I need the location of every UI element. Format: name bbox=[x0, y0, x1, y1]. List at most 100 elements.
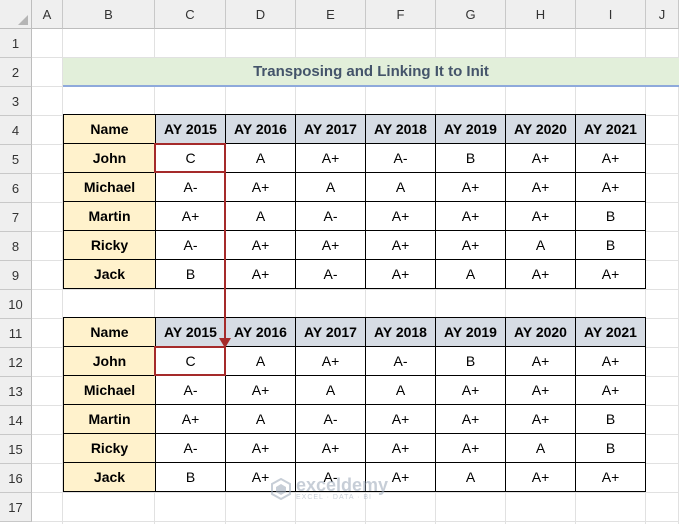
column-header[interactable]: B bbox=[63, 0, 155, 29]
grade-cell[interactable]: A+ bbox=[435, 172, 506, 202]
grade-cell[interactable]: A+ bbox=[575, 172, 646, 202]
year-header-cell[interactable]: AY 2019 bbox=[435, 114, 506, 144]
grade-cell[interactable]: B bbox=[155, 462, 226, 492]
grade-cell[interactable]: A- bbox=[365, 346, 436, 376]
column-header[interactable]: A bbox=[32, 0, 63, 29]
student-name-cell[interactable]: Ricky bbox=[63, 230, 156, 260]
grade-cell[interactable]: B bbox=[575, 433, 646, 463]
row-header[interactable]: 14 bbox=[0, 406, 32, 435]
grade-cell[interactable]: A+ bbox=[505, 375, 576, 405]
student-name-cell[interactable]: Michael bbox=[63, 375, 156, 405]
grade-cell[interactable]: A- bbox=[155, 172, 226, 202]
row-header[interactable]: 1 bbox=[0, 29, 32, 58]
grade-cell[interactable]: A+ bbox=[435, 433, 506, 463]
column-header[interactable]: I bbox=[576, 0, 646, 29]
grade-cell[interactable]: A+ bbox=[435, 375, 506, 405]
grade-cell[interactable]: A+ bbox=[435, 404, 506, 434]
grade-cell[interactable]: A+ bbox=[225, 433, 296, 463]
grade-cell[interactable]: A- bbox=[365, 143, 436, 173]
grade-cell[interactable]: A bbox=[435, 259, 506, 289]
column-header[interactable]: J bbox=[646, 0, 679, 29]
grade-cell[interactable]: A+ bbox=[365, 259, 436, 289]
row-header[interactable]: 16 bbox=[0, 464, 32, 493]
year-header-cell[interactable]: AY 2021 bbox=[575, 317, 646, 347]
year-header-cell[interactable]: AY 2015 bbox=[155, 114, 226, 144]
row-header[interactable]: 15 bbox=[0, 435, 32, 464]
grade-cell[interactable]: A+ bbox=[505, 143, 576, 173]
grade-cell[interactable]: A- bbox=[155, 433, 226, 463]
column-header[interactable]: C bbox=[155, 0, 226, 29]
row-header[interactable]: 3 bbox=[0, 87, 32, 116]
grade-cell[interactable]: A+ bbox=[505, 346, 576, 376]
select-all-corner[interactable] bbox=[0, 0, 32, 29]
grade-cell[interactable]: A+ bbox=[295, 433, 366, 463]
grade-cell[interactable]: A+ bbox=[435, 201, 506, 231]
student-name-cell[interactable]: Martin bbox=[63, 404, 156, 434]
grade-cell[interactable]: A+ bbox=[295, 143, 366, 173]
grade-cell[interactable]: A+ bbox=[365, 404, 436, 434]
row-header[interactable]: 17 bbox=[0, 493, 32, 522]
grade-cell[interactable]: A bbox=[505, 230, 576, 260]
grade-cell[interactable]: A- bbox=[295, 201, 366, 231]
grade-cell[interactable]: A bbox=[225, 201, 296, 231]
grade-cell[interactable]: A+ bbox=[575, 462, 646, 492]
row-header[interactable]: 13 bbox=[0, 377, 32, 406]
row-header[interactable]: 7 bbox=[0, 203, 32, 232]
grade-cell[interactable]: B bbox=[155, 259, 226, 289]
grade-cell[interactable]: A+ bbox=[365, 201, 436, 231]
grade-cell[interactable]: A- bbox=[155, 230, 226, 260]
grade-cell[interactable]: A+ bbox=[295, 346, 366, 376]
year-header-cell[interactable]: AY 2018 bbox=[365, 317, 436, 347]
grade-cell[interactable]: A+ bbox=[225, 230, 296, 260]
student-name-cell[interactable]: Jack bbox=[63, 259, 156, 289]
title-banner[interactable]: Transposing and Linking It to Init bbox=[63, 58, 679, 85]
student-name-cell[interactable]: John bbox=[63, 143, 156, 173]
row-header[interactable]: 8 bbox=[0, 232, 32, 261]
row-header[interactable]: 12 bbox=[0, 348, 32, 377]
grade-cell[interactable]: A+ bbox=[435, 230, 506, 260]
grade-cell[interactable]: A bbox=[365, 172, 436, 202]
column-header[interactable]: H bbox=[506, 0, 576, 29]
year-header-cell[interactable]: AY 2020 bbox=[505, 317, 576, 347]
grade-cell[interactable]: B bbox=[575, 201, 646, 231]
year-header-cell[interactable]: AY 2016 bbox=[225, 114, 296, 144]
grade-cell[interactable]: B bbox=[575, 230, 646, 260]
year-header-cell[interactable]: AY 2018 bbox=[365, 114, 436, 144]
grade-cell[interactable]: A+ bbox=[365, 230, 436, 260]
grade-cell[interactable]: A+ bbox=[505, 259, 576, 289]
row-header[interactable]: 5 bbox=[0, 145, 32, 174]
grade-cell[interactable]: A bbox=[365, 375, 436, 405]
grade-cell[interactable]: A+ bbox=[155, 201, 226, 231]
grade-cell[interactable]: B bbox=[435, 143, 506, 173]
name-header-cell[interactable]: Name bbox=[63, 114, 156, 144]
grade-cell[interactable]: A+ bbox=[295, 230, 366, 260]
year-header-cell[interactable]: AY 2016 bbox=[225, 317, 296, 347]
grade-cell[interactable]: A bbox=[435, 462, 506, 492]
student-name-cell[interactable]: John bbox=[63, 346, 156, 376]
row-header[interactable]: 11 bbox=[0, 319, 32, 348]
grade-cell[interactable]: A+ bbox=[575, 375, 646, 405]
grade-cell[interactable]: A+ bbox=[225, 259, 296, 289]
grade-cell[interactable]: A+ bbox=[505, 172, 576, 202]
name-header-cell[interactable]: Name bbox=[63, 317, 156, 347]
grade-cell[interactable]: A+ bbox=[575, 346, 646, 376]
grade-cell[interactable]: B bbox=[435, 346, 506, 376]
year-header-cell[interactable]: AY 2019 bbox=[435, 317, 506, 347]
grade-cell[interactable]: A+ bbox=[505, 201, 576, 231]
grade-cell[interactable]: A+ bbox=[575, 259, 646, 289]
student-name-cell[interactable]: Martin bbox=[63, 201, 156, 231]
grade-cell[interactable]: A+ bbox=[225, 375, 296, 405]
year-header-cell[interactable]: AY 2017 bbox=[295, 317, 366, 347]
grade-cell[interactable]: A- bbox=[155, 375, 226, 405]
grade-cell[interactable]: A bbox=[295, 172, 366, 202]
row-header[interactable]: 4 bbox=[0, 116, 32, 145]
grade-cell[interactable]: B bbox=[575, 404, 646, 434]
year-header-cell[interactable]: AY 2015 bbox=[155, 317, 226, 347]
grade-cell[interactable]: A+ bbox=[575, 143, 646, 173]
row-header[interactable]: 9 bbox=[0, 261, 32, 290]
grade-cell[interactable]: A bbox=[505, 433, 576, 463]
row-header[interactable]: 10 bbox=[0, 290, 32, 319]
grade-cell[interactable]: A bbox=[225, 143, 296, 173]
student-name-cell[interactable]: Michael bbox=[63, 172, 156, 202]
grade-cell[interactable]: A+ bbox=[155, 404, 226, 434]
